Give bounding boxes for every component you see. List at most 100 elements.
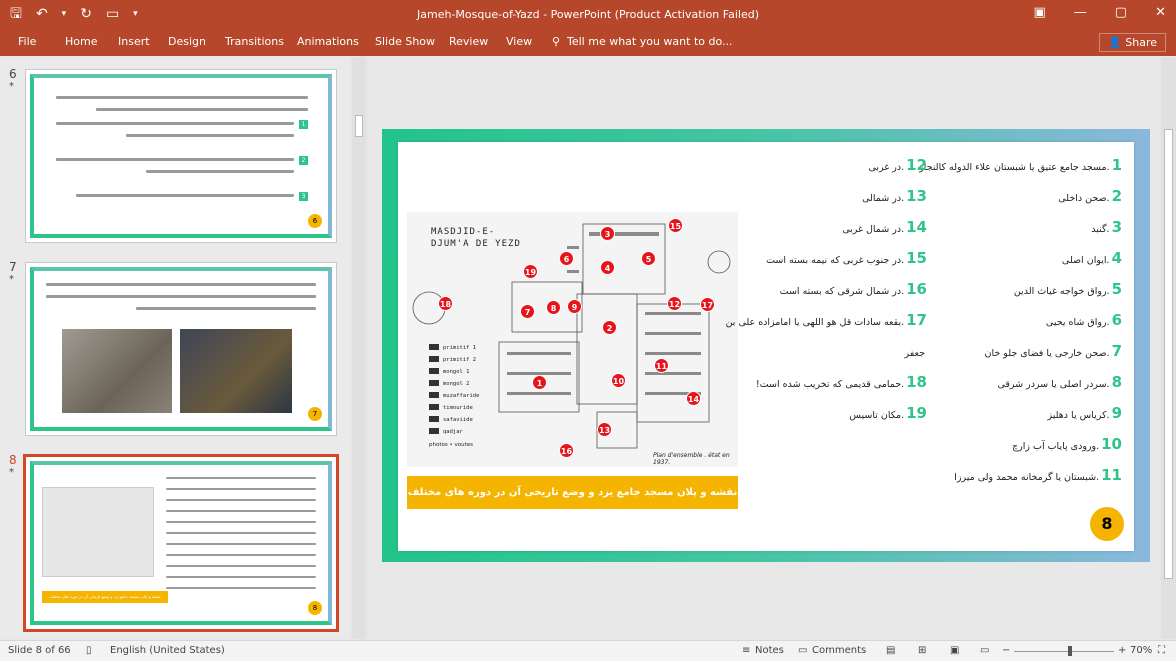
map-marker-18: 18: [438, 296, 453, 311]
legend-item: 2.صحن داخلی: [1058, 187, 1122, 205]
map-marker-19: 19: [523, 264, 538, 279]
legend-item: 7.صحن خارجی یا فضای جلو خان: [984, 342, 1122, 360]
window-controls: ▣ — ▢ ✕: [1034, 5, 1167, 20]
tab-slide-show[interactable]: Slide Show: [375, 35, 435, 48]
tab-insert[interactable]: Insert: [118, 35, 150, 48]
map-marker-8: 8: [546, 300, 561, 315]
map-marker-17: 17: [700, 297, 715, 312]
legend-item: 5.رواق خواجه غیاث الدین: [1013, 280, 1122, 298]
thumb-number: 8: [9, 453, 17, 467]
thumbnail-scrollbar[interactable]: [352, 57, 366, 639]
inscription-photo: [62, 329, 172, 413]
legend-item: 18.حمامی قدیمی که تخریب شده است!: [755, 373, 927, 391]
thumb-number: 7: [9, 260, 17, 274]
legend-item: 8.سردر اصلی یا سردر شرقی: [997, 373, 1122, 391]
notes-icon[interactable]: ≡: [742, 645, 750, 656]
tab-file[interactable]: File: [18, 35, 36, 48]
map-marker-10: 10: [611, 373, 626, 388]
thumb-star: *: [9, 467, 14, 478]
slide-sorter-icon[interactable]: ⊞: [918, 645, 926, 656]
legend-item: 16.در شمال شرقی که بسته است: [779, 280, 927, 298]
fit-to-window-icon[interactable]: ⛶: [1158, 645, 1165, 656]
title-bar: 🖫 ↶ ▾ ↻ ▭ ▾ Jameh-Mosque-of-Yazd - Power…: [0, 0, 1176, 30]
thumb-caption: نقشه و پلان مسجد جامع یزد و وضع تاریخی آ…: [42, 591, 168, 603]
plan-legend: primitif 1 primitif 2 mongol 1 mongol 2 …: [443, 345, 480, 435]
tab-animations[interactable]: Animations: [297, 35, 359, 48]
legend-item: 10.ورودی پایاب آب زارچ: [1012, 435, 1122, 453]
tell-me-search[interactable]: Tell me what you want to do...: [567, 35, 733, 48]
legend-item: 4.ایوان اصلی: [1061, 249, 1122, 267]
slide-thumbnail-7[interactable]: 7: [25, 262, 337, 436]
page-number-badge: 8: [1090, 507, 1124, 541]
map-marker-14: 14: [686, 391, 701, 406]
legend-item: 19.مکان تاسیس: [849, 404, 927, 422]
slide-thumbnail-6[interactable]: 1 2 3 6: [25, 69, 337, 243]
legend-item: 13.در شمالی: [862, 187, 927, 205]
legend-item: 17.بقعه سادات قل هو اللهی یا امامزاده عل…: [725, 311, 927, 329]
legend-item: 12.در غربی: [868, 156, 927, 174]
lightbulb-icon: ⚲: [552, 35, 561, 48]
reading-view-icon[interactable]: ▣: [950, 645, 959, 656]
map-marker-11: 11: [654, 358, 669, 373]
editor-scrollbar[interactable]: [1161, 57, 1176, 639]
thumb-page-badge: 6: [308, 214, 322, 228]
legend-item: 14.در شمال غربی: [842, 218, 927, 236]
slide-counter: Slide 8 of 66: [8, 645, 71, 656]
zoom-level[interactable]: 70%: [1130, 645, 1152, 656]
plan-note: Plan d'ensemble . état en 1937.: [653, 452, 730, 466]
tab-review[interactable]: Review: [449, 35, 488, 48]
zoom-slider[interactable]: [1014, 651, 1114, 652]
person-icon: 👤: [1108, 36, 1126, 49]
normal-view-icon[interactable]: ▤: [886, 645, 895, 656]
map-caption: نقشه و پلان مسجد جامع یزد و وضع تاریخی آ…: [407, 476, 738, 509]
legend-item: 3.گنبد: [1091, 218, 1122, 236]
slide-content: MASDJID-E-DJUM'A DE YEZD primitif 1 prim…: [398, 142, 1134, 551]
tab-home[interactable]: Home: [65, 35, 97, 48]
map-marker-13: 13: [597, 422, 612, 437]
slide-canvas[interactable]: MASDJID-E-DJUM'A DE YEZD primitif 1 prim…: [382, 129, 1150, 562]
legend-item: 1.مسجد جامع عتیق یا شبستان علاء الدوله ک…: [919, 156, 1122, 174]
share-button[interactable]: 👤 Share: [1099, 33, 1166, 52]
map-marker-2: 2: [602, 320, 617, 335]
close-icon[interactable]: ✕: [1155, 5, 1166, 20]
tab-design[interactable]: Design: [168, 35, 206, 48]
comments-button[interactable]: Comments: [812, 645, 866, 656]
comments-icon[interactable]: ▭: [798, 645, 807, 656]
plan-title: MASDJID-E-DJUM'A DE YEZD: [431, 227, 521, 249]
thumb-star: *: [9, 274, 14, 285]
legend-item: 15.در جنوب غربی که نیمه بسته است: [766, 249, 927, 267]
maximize-icon[interactable]: ▢: [1115, 5, 1127, 20]
slide-thumbnail-8[interactable]: نقشه و پلان مسجد جامع یزد و وضع تاریخی آ…: [23, 454, 339, 632]
thumb-page-badge: 8: [308, 601, 322, 615]
map-marker-1: 1: [532, 375, 547, 390]
notes-button[interactable]: Notes: [755, 645, 784, 656]
tab-transitions[interactable]: Transitions: [225, 35, 284, 48]
zoom-out-icon[interactable]: −: [1002, 645, 1010, 656]
slide-thumbnail-pane: 6 * 1 2 3 6 7 * 7 8 * نقشه و پلان مسجد ج…: [0, 57, 350, 639]
map-marker-4: 4: [600, 260, 615, 275]
scroll-thumb[interactable]: [355, 115, 363, 137]
map-marker-5: 5: [641, 251, 656, 266]
tab-view[interactable]: View: [506, 35, 532, 48]
legend-item: جعفر: [904, 348, 925, 359]
map-marker-16: 16: [559, 443, 574, 458]
legend-item: 6.رواق شاه یحیی: [1045, 311, 1122, 329]
map-marker-9: 9: [567, 299, 582, 314]
zoom-in-icon[interactable]: +: [1118, 645, 1126, 656]
ribbon-display-options-icon[interactable]: ▣: [1034, 5, 1046, 20]
minimize-icon[interactable]: —: [1074, 5, 1087, 20]
legend-item: 9.کریاس یا دهلیز: [1047, 404, 1122, 422]
slide-editor: MASDJID-E-DJUM'A DE YEZD primitif 1 prim…: [368, 57, 1160, 639]
map-marker-7: 7: [520, 304, 535, 319]
window-title: Jameh-Mosque-of-Yazd - PowerPoint (Produ…: [417, 8, 759, 21]
map-marker-15: 15: [668, 218, 683, 233]
scroll-thumb[interactable]: [1164, 129, 1173, 579]
spellcheck-icon[interactable]: ▯: [86, 645, 92, 656]
thumb-number: 6: [9, 67, 17, 81]
mosque-plan-image: [42, 487, 154, 577]
ribbon-tabs: File Home Insert Design Transitions Anim…: [0, 30, 1176, 56]
slideshow-view-icon[interactable]: ▭: [980, 645, 989, 656]
language-indicator[interactable]: English (United States): [110, 645, 225, 656]
thumb-star: *: [9, 81, 14, 92]
zoom-slider-thumb[interactable]: [1068, 646, 1072, 656]
